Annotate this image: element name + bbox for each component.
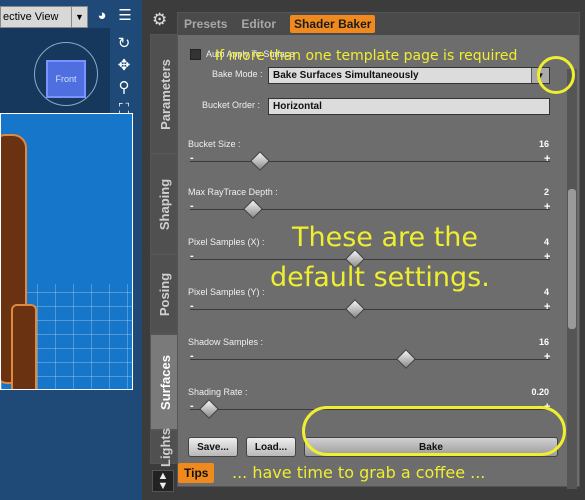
tab-editor[interactable]: Editor	[241, 17, 276, 31]
bucket-order-select[interactable]: Horizontal	[268, 98, 550, 115]
annotation-circle	[537, 56, 575, 94]
plus-icon[interactable]: +	[544, 351, 550, 363]
tab-parameters[interactable]: Parameters	[150, 34, 180, 154]
plus-icon[interactable]: +	[544, 251, 550, 263]
move-icon[interactable]: ✥	[113, 56, 135, 76]
viewport-bottom	[0, 390, 142, 500]
minus-icon[interactable]: -	[190, 400, 194, 412]
slider-value: 16	[538, 139, 549, 149]
scroll-thumb[interactable]	[568, 189, 576, 329]
minus-icon[interactable]: -	[190, 350, 194, 362]
slider-label: Max RayTrace Depth :	[188, 187, 278, 197]
slider-label: Shadow Samples :	[188, 337, 264, 347]
cube-label: Front	[55, 74, 77, 84]
slider-thumb[interactable]	[197, 397, 221, 421]
slider-thumb[interactable]	[248, 149, 272, 173]
minus-icon[interactable]: -	[190, 152, 194, 164]
slider-value: 16	[538, 337, 549, 347]
bake-mode-select[interactable]: Bake Surfaces Simultaneously ▼	[268, 67, 550, 84]
slider-value: 0.20	[531, 387, 549, 397]
menu-icon[interactable]: ☰	[114, 6, 136, 26]
arrows-icon[interactable]: ▲ ▼	[152, 470, 174, 492]
slider-label: Shading Rate :	[188, 387, 248, 397]
view-cube[interactable]: Front	[46, 60, 86, 98]
slider-label: Bucket Size :	[188, 139, 241, 149]
zoom-icon[interactable]: ⚲	[113, 78, 135, 98]
annotation-top: If more than one template page is requir…	[215, 48, 518, 64]
tab-presets[interactable]: Presets	[184, 17, 227, 31]
tab-lights[interactable]: Lights	[150, 428, 180, 467]
slider-track[interactable]	[190, 359, 550, 360]
slider-thumb[interactable]	[394, 347, 418, 371]
scrollbar[interactable]	[567, 69, 577, 489]
view-label: ective View	[3, 11, 59, 23]
slider-label: Pixel Samples (X) :	[188, 237, 265, 247]
sphere-icon[interactable]: ◕	[92, 6, 112, 26]
load-button[interactable]: Load...	[246, 437, 296, 457]
slider-label: Pixel Samples (Y) :	[188, 287, 265, 297]
minus-icon[interactable]: -	[190, 300, 194, 312]
chevron-down-icon[interactable]: ▼	[71, 7, 87, 27]
bake-mode-label: Bake Mode :	[212, 69, 263, 79]
annotation-middle-2: default settings.	[270, 262, 490, 293]
tab-shader-baker[interactable]: Shader Baker	[290, 15, 376, 33]
slider-track[interactable]	[190, 309, 550, 310]
annotation-middle-1: These are the	[292, 222, 479, 253]
slider-thumb[interactable]	[343, 297, 367, 321]
side-tabs: Parameters Shaping Posing Surfaces Light…	[150, 34, 180, 467]
tab-shaping[interactable]: Shaping	[150, 154, 180, 254]
bake-mode-value: Bake Surfaces Simultaneously	[273, 70, 419, 81]
slider-thumb[interactable]	[241, 197, 265, 221]
minus-icon[interactable]: -	[190, 200, 194, 212]
bucket-order-label: Bucket Order :	[202, 100, 261, 110]
plus-icon[interactable]: +	[544, 301, 550, 313]
minus-icon[interactable]: -	[190, 250, 194, 262]
slider-value: 4	[543, 237, 549, 247]
scene-view[interactable]	[0, 113, 133, 390]
tips-button[interactable]: Tips	[178, 463, 215, 483]
slider-track[interactable]	[190, 161, 550, 162]
view-selector[interactable]: ective View ▼	[0, 6, 88, 28]
slider-track[interactable]	[190, 259, 550, 260]
viewport-area[interactable]: ective View ▼ ◕ ☰ Front ↻ ✥ ⚲ ⛶ ◉	[0, 0, 142, 500]
gear-icon[interactable]: ⚙	[152, 10, 172, 30]
plus-icon[interactable]: +	[544, 201, 550, 213]
save-button[interactable]: Save...	[188, 437, 238, 457]
slider-value: 4	[543, 287, 549, 297]
orbit-icon[interactable]: ↻	[113, 34, 135, 54]
auto-apply-checkbox[interactable]	[190, 49, 201, 60]
slider-value: 2	[543, 187, 549, 197]
tab-surfaces[interactable]: Surfaces	[150, 334, 180, 430]
figure-foot[interactable]	[11, 304, 37, 389]
tab-posing[interactable]: Posing	[150, 254, 180, 334]
bucket-order-value: Horizontal	[273, 101, 322, 112]
plus-icon[interactable]: +	[544, 153, 550, 165]
annotation-bottom: ... have time to grab a coffee ...	[232, 463, 486, 482]
annotation-ellipse	[302, 406, 566, 456]
top-tabs: Presets Editor Shader Baker	[178, 13, 579, 35]
